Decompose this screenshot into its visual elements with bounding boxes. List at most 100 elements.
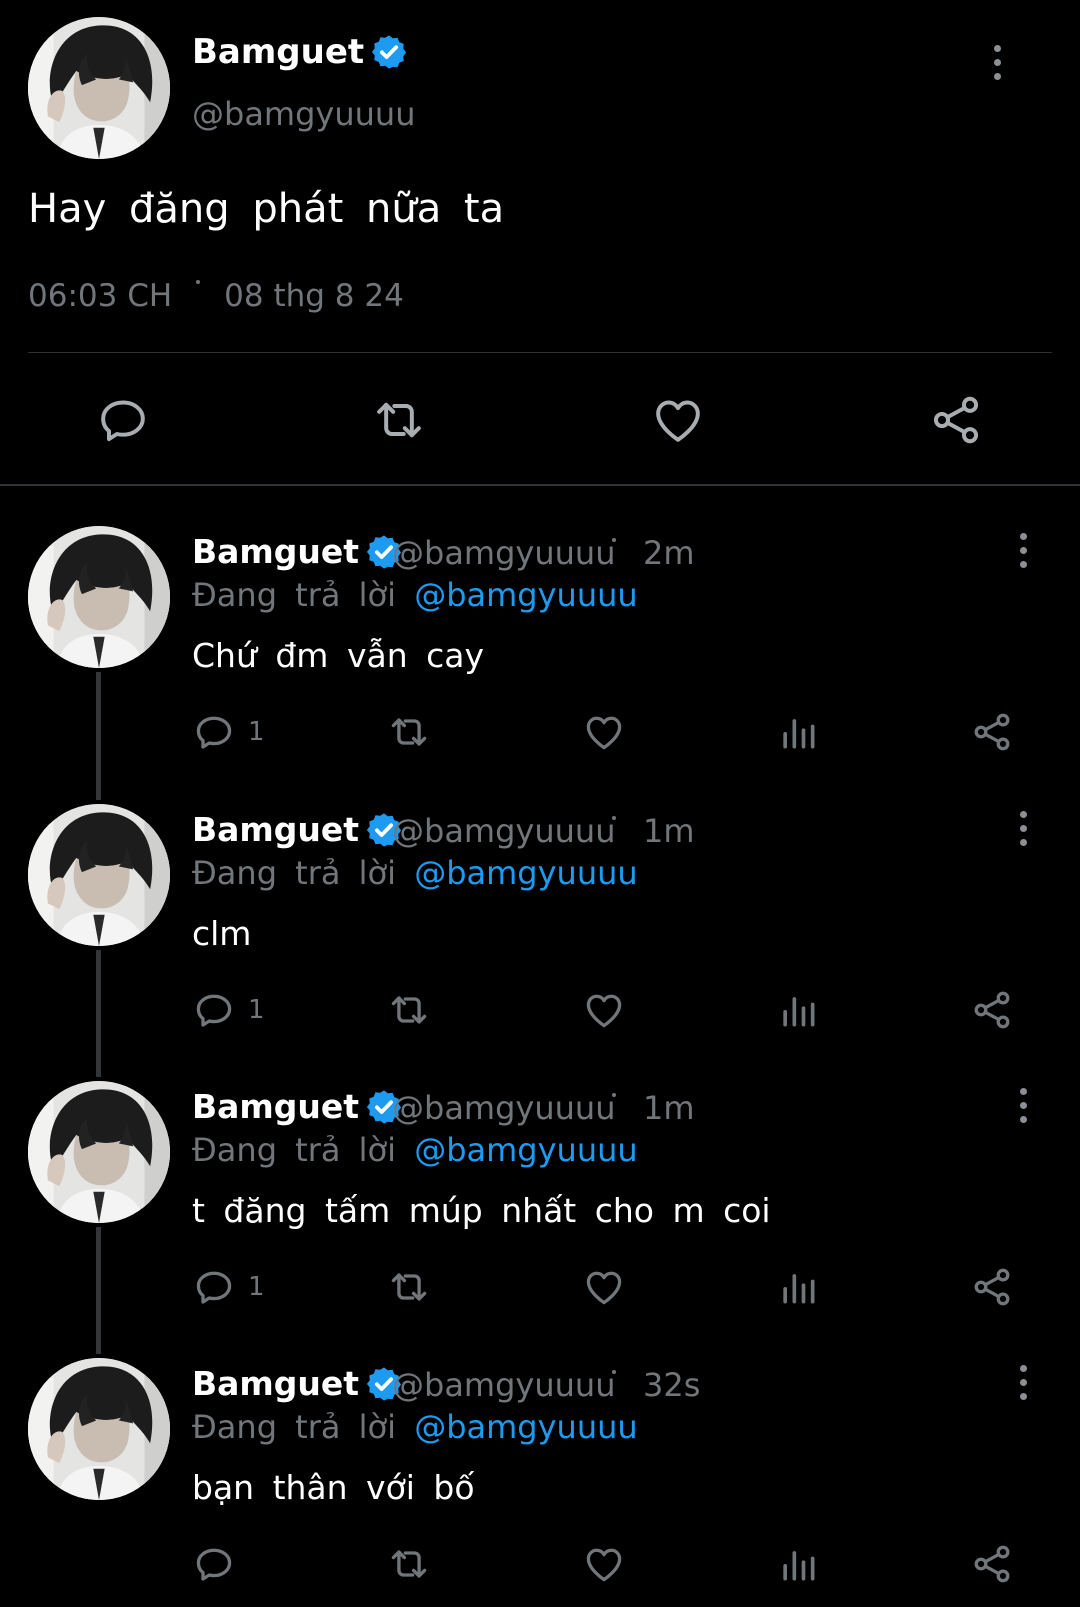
thread-line bbox=[96, 1227, 101, 1354]
retweet-button[interactable] bbox=[371, 392, 427, 448]
reply-timestamp[interactable]: 1m bbox=[643, 1089, 695, 1127]
like-button[interactable] bbox=[582, 988, 626, 1032]
reply-button[interactable]: 1 bbox=[192, 710, 265, 754]
heart-icon bbox=[586, 1271, 622, 1305]
replying-to-label: Đang trả lời bbox=[192, 854, 397, 892]
share-button[interactable] bbox=[970, 988, 1014, 1032]
heart-icon bbox=[586, 1548, 622, 1582]
like-button[interactable] bbox=[582, 710, 626, 754]
more-options-button[interactable] bbox=[1008, 806, 1038, 850]
mention-link[interactable]: @bamgyuuuu bbox=[414, 854, 637, 892]
author-handle[interactable]: @bamgyuuuu bbox=[192, 95, 415, 133]
retweet-button[interactable] bbox=[387, 710, 431, 754]
views-button[interactable] bbox=[776, 710, 820, 754]
more-options-button[interactable] bbox=[1008, 1360, 1038, 1404]
author-display-name: Bamguet bbox=[192, 810, 360, 849]
retweet-button[interactable] bbox=[387, 988, 431, 1032]
retweet-button[interactable] bbox=[387, 1542, 431, 1586]
retweet-icon bbox=[391, 718, 427, 746]
reply-button[interactable] bbox=[95, 392, 151, 448]
share-button[interactable] bbox=[970, 1265, 1014, 1309]
mention-link[interactable]: @bamgyuuuu bbox=[414, 576, 637, 614]
more-options-button[interactable] bbox=[982, 40, 1012, 84]
share-icon bbox=[933, 396, 979, 444]
reply-button[interactable]: 1 bbox=[192, 1265, 265, 1309]
avatar[interactable] bbox=[28, 17, 170, 159]
share-button[interactable] bbox=[970, 710, 1014, 754]
more-options-button[interactable] bbox=[1008, 1083, 1038, 1127]
reply-timestamp[interactable]: 2m bbox=[643, 534, 695, 572]
reply-text: t đăng tấm múp nhất cho m coi bbox=[192, 1191, 771, 1230]
author-display-name: Bamguet bbox=[192, 32, 365, 72]
author-name[interactable]: Bamguet bbox=[192, 810, 403, 849]
reply-button[interactable]: 1 bbox=[192, 988, 265, 1032]
reply-icon bbox=[196, 716, 232, 749]
author-name[interactable]: Bamguet bbox=[192, 32, 408, 72]
share-button[interactable] bbox=[928, 392, 984, 448]
author-handle[interactable]: @bamgyuuuu bbox=[392, 1366, 615, 1404]
share-button[interactable] bbox=[970, 1542, 1014, 1586]
tweet-time: 06:03 CH bbox=[28, 278, 173, 314]
reply-text: clm bbox=[192, 914, 252, 953]
author-name[interactable]: Bamguet bbox=[192, 1087, 403, 1126]
mention-link[interactable]: @bamgyuuuu bbox=[414, 1131, 637, 1169]
reply-icon bbox=[196, 1271, 232, 1304]
views-icon bbox=[783, 719, 815, 749]
more-vertical-icon bbox=[1019, 532, 1027, 540]
separator-dot bbox=[196, 280, 201, 284]
avatar[interactable] bbox=[28, 804, 170, 946]
separator-dot bbox=[612, 816, 616, 820]
retweet-icon bbox=[391, 1550, 427, 1578]
tweet-date: 08 thg 8 24 bbox=[224, 278, 404, 314]
reply-icon bbox=[196, 1548, 232, 1581]
more-vertical-icon bbox=[993, 44, 1001, 52]
views-icon bbox=[783, 1551, 815, 1581]
heart-icon bbox=[586, 994, 622, 1028]
more-options-button[interactable] bbox=[1008, 528, 1038, 572]
avatar[interactable] bbox=[28, 1081, 170, 1223]
author-handle[interactable]: @bamgyuuuu bbox=[392, 534, 615, 572]
reply-tweet[interactable]: Bamguet @bamgyuuuu 1m Đang trả lời @bamgyuu… bbox=[0, 804, 1080, 1082]
retweet-icon bbox=[391, 1273, 427, 1301]
views-button[interactable] bbox=[776, 988, 820, 1032]
share-icon bbox=[974, 1545, 1010, 1583]
replying-to-label: Đang trả lời bbox=[192, 1131, 397, 1169]
reply-tweet[interactable]: Bamguet @bamgyuuuu 32s Đang trả lời @bamgyu… bbox=[0, 1358, 1080, 1607]
divider bbox=[28, 352, 1052, 353]
replying-to-label: Đang trả lời bbox=[192, 1408, 397, 1446]
replying-to: Đang trả lời @bamgyuuuu bbox=[192, 1408, 638, 1446]
share-icon bbox=[974, 991, 1010, 1029]
like-button[interactable] bbox=[582, 1542, 626, 1586]
replying-to-label: Đang trả lời bbox=[192, 576, 397, 614]
separator-dot bbox=[612, 1370, 616, 1374]
author-name[interactable]: Bamguet bbox=[192, 1364, 403, 1403]
like-button[interactable] bbox=[650, 392, 706, 448]
separator-dot bbox=[612, 1093, 616, 1097]
reply-count: 1 bbox=[248, 1272, 265, 1302]
author-name[interactable]: Bamguet bbox=[192, 532, 403, 571]
mention-link[interactable]: @bamgyuuuu bbox=[414, 1408, 637, 1446]
avatar[interactable] bbox=[28, 526, 170, 668]
reply-button[interactable] bbox=[192, 1542, 248, 1586]
reply-timestamp[interactable]: 1m bbox=[643, 812, 695, 850]
author-handle[interactable]: @bamgyuuuu bbox=[392, 812, 615, 850]
more-vertical-icon bbox=[1019, 810, 1027, 818]
avatar[interactable] bbox=[28, 1358, 170, 1500]
views-button[interactable] bbox=[776, 1542, 820, 1586]
tweet-timestamp[interactable]: 06:03 CH 08 thg 8 24 bbox=[28, 278, 404, 314]
replying-to: Đang trả lời @bamgyuuuu bbox=[192, 1131, 638, 1169]
reply-timestamp[interactable]: 32s bbox=[643, 1366, 700, 1404]
reply-text: bạn thân với bố bbox=[192, 1468, 475, 1507]
separator-dot bbox=[612, 538, 616, 542]
retweet-button[interactable] bbox=[387, 1265, 431, 1309]
like-button[interactable] bbox=[582, 1265, 626, 1309]
reply-tweet[interactable]: Bamguet @bamgyuuuu 1m Đang trả lời @bamgyuu… bbox=[0, 1081, 1080, 1359]
views-button[interactable] bbox=[776, 1265, 820, 1309]
reply-tweet[interactable]: Bamguet @bamgyuuuu 2m Đang trả lời @bamgyuu… bbox=[0, 526, 1080, 804]
author-handle[interactable]: @bamgyuuuu bbox=[392, 1089, 615, 1127]
share-icon bbox=[974, 1268, 1010, 1306]
replying-to: Đang trả lời @bamgyuuuu bbox=[192, 854, 638, 892]
tweet-text: Hay đăng phát nữa ta bbox=[28, 186, 505, 232]
more-vertical-icon bbox=[1019, 1087, 1027, 1095]
views-icon bbox=[783, 997, 815, 1027]
